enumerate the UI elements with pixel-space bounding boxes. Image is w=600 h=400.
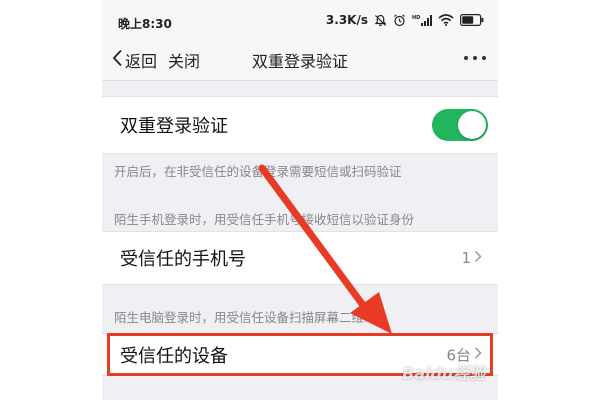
trusted-devices-count: 6台 — [446, 346, 471, 364]
status-icons: 3.3K/s HD — [326, 13, 484, 27]
signal-icon: HD — [412, 14, 432, 27]
nav-bar: 返回 关闭 双重登录验证 — [102, 40, 498, 81]
two-factor-toggle[interactable] — [432, 109, 488, 141]
page-title: 双重登录验证 — [251, 52, 348, 71]
status-bar: 晚上8:30 3.3K/s HD — [102, 0, 498, 40]
trusted-phone-value: 1 — [461, 249, 482, 267]
svg-text:HD: HD — [412, 15, 420, 21]
chevron-right-icon — [474, 249, 482, 267]
trusted-devices-hint: 陌生电脑登录时，用受信任设备扫描屏幕二维码 — [114, 310, 377, 325]
trusted-phone-label: 受信任的手机号 — [120, 249, 246, 270]
two-factor-label: 双重登录验证 — [120, 116, 228, 137]
toggle-knob — [458, 111, 486, 139]
chevron-right-icon — [474, 346, 482, 364]
network-speed: 3.3K/s — [325, 13, 368, 27]
trusted-devices-value: 6台 — [446, 344, 482, 365]
alarm-clock-icon — [393, 14, 406, 27]
status-time: 晚上8:30 — [118, 17, 172, 31]
two-factor-hint: 开启后，在非受信任的设备登录需要短信或扫码验证 — [114, 164, 402, 179]
trusted-phone-count: 1 — [461, 249, 471, 267]
more-dots-icon[interactable] — [462, 50, 488, 69]
phone-screen: 晚上8:30 3.3K/s HD 返回 关闭 双重登录验证 双重登录验证 开启后… — [102, 0, 498, 400]
page: 晚上8:30 3.3K/s HD 返回 关闭 双重登录验证 双重登录验证 开启后… — [0, 0, 600, 400]
bell-off-icon — [374, 14, 387, 27]
trusted-phone-cell[interactable]: 受信任的手机号 1 — [102, 231, 498, 285]
trusted-devices-cell[interactable]: 受信任的设备 6台 — [102, 333, 498, 376]
wifi-icon — [438, 14, 454, 26]
trusted-phone-hint: 陌生手机登录时，用受信任手机号接收短信以验证身份 — [114, 212, 415, 227]
battery-icon — [460, 14, 484, 26]
two-factor-cell: 双重登录验证 — [102, 96, 498, 154]
trusted-devices-label: 受信任的设备 — [120, 345, 228, 367]
